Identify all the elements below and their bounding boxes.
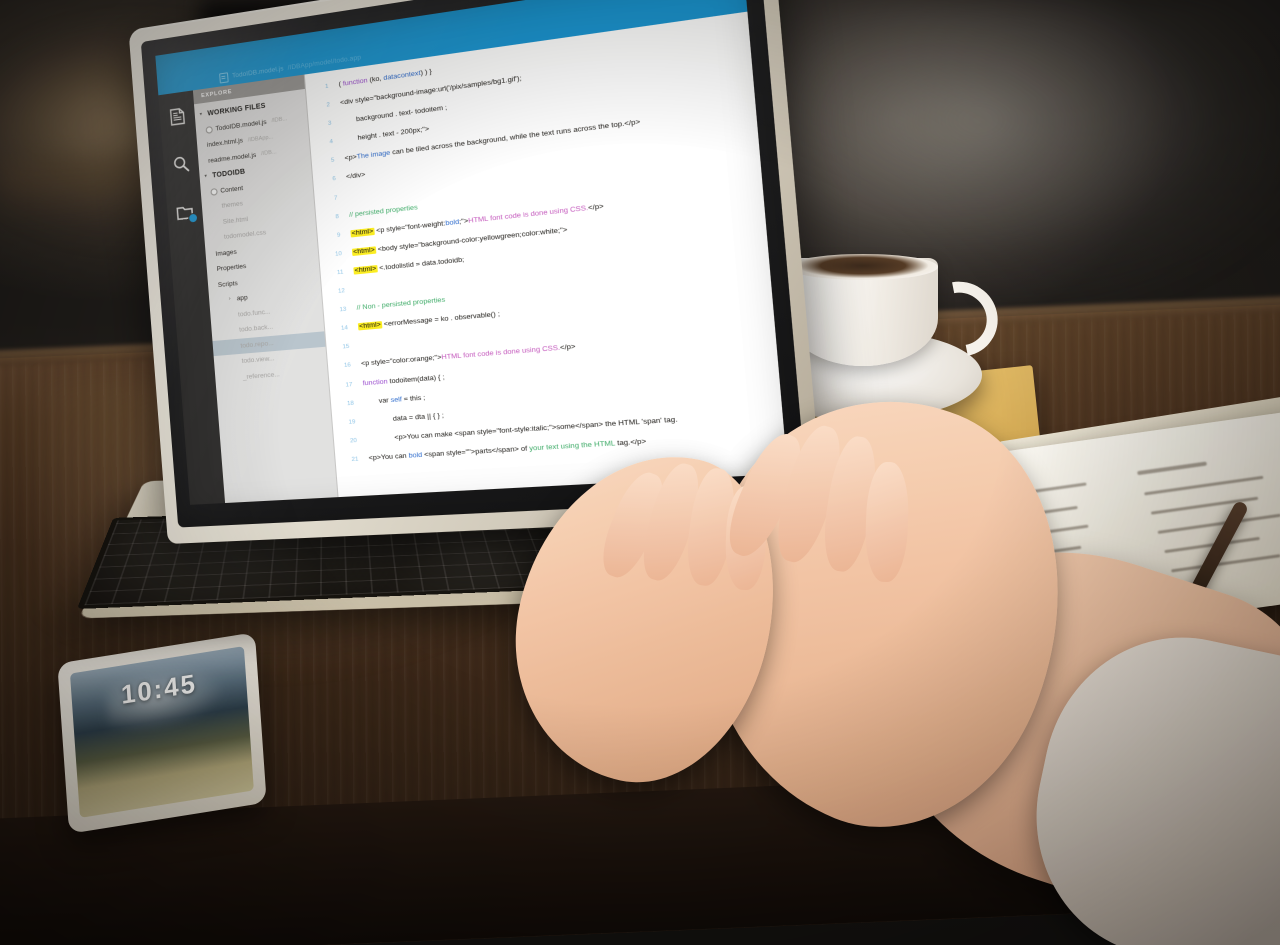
photo-scene: 10:45 TodoIDB.model.js /IDBApp/model/tod… — [0, 0, 1280, 945]
line-number: 14 — [340, 325, 349, 333]
screen-bezel: TodoIDB.model.js /IDBApp/model/todo.app — [140, 0, 808, 528]
line-number: 17 — [345, 381, 353, 389]
tree-item-label: themes — [221, 200, 244, 210]
handwriting-line — [1171, 554, 1280, 573]
tree-item-label: readme.model.js — [207, 151, 257, 165]
line-number: 20 — [349, 437, 358, 445]
tree-item-label: Scripts — [217, 279, 238, 289]
tree-item-label: todomodel.css — [223, 229, 267, 242]
tree-item-label: Content — [220, 184, 244, 195]
modified-dot-icon — [205, 125, 213, 134]
search-icon[interactable] — [171, 153, 192, 175]
line-number: 9 — [336, 232, 341, 239]
ide-window[interactable]: TodoIDB.model.js /IDBApp/model/todo.app — [155, 0, 788, 505]
tree-item-label: Images — [215, 248, 237, 258]
line-number: 12 — [337, 288, 346, 295]
modified-dot-icon — [210, 187, 218, 196]
handwriting-line — [1144, 475, 1264, 496]
chevron-icon[interactable]: › — [229, 296, 234, 302]
files-icon[interactable] — [167, 105, 188, 127]
tree-item-label: todo.func... — [237, 308, 271, 319]
tree-item-label: TODOIDB — [212, 168, 246, 180]
tree-item-label: todo.back... — [238, 323, 274, 334]
line-number: 6 — [332, 176, 337, 183]
tab-filename: TodoIDB.model.js — [231, 65, 284, 80]
line-number: 15 — [342, 344, 350, 351]
line-number: 8 — [335, 213, 340, 221]
line-number: 11 — [336, 269, 344, 277]
coffee-surface — [788, 254, 938, 280]
line-number: 18 — [346, 400, 355, 407]
chevron-icon[interactable]: ▾ — [204, 173, 209, 179]
tree-item-label: app — [236, 294, 248, 303]
ide-body: EXPLORE ▾ WORKING FILES TodoIDB.model.js/I… — [158, 11, 788, 505]
handwriting-line — [1157, 513, 1280, 534]
line-number: 10 — [334, 250, 343, 258]
line-number: 19 — [348, 418, 356, 426]
tree-item-label: todo.repo... — [240, 339, 274, 350]
chevron-icon[interactable]: ▾ — [199, 112, 205, 118]
line-number: 7 — [333, 194, 338, 202]
source-control-badge — [187, 212, 199, 224]
laptop-lid: TodoIDB.model.js /IDBApp/model/todo.app — [128, 0, 824, 544]
tree-item-label: Properties — [216, 263, 247, 274]
tree-item-path: /IDB... — [271, 116, 288, 125]
file-icon — [219, 71, 229, 84]
tree-item-label: Site.html — [222, 215, 249, 226]
tree-item-label: _reference... — [242, 370, 281, 381]
tree-item-path: /IDB... — [260, 149, 277, 158]
handwriting-heading — [1137, 461, 1207, 476]
code-area[interactable]: ( function (ko, datacontext) ) } <div sty… — [331, 12, 788, 496]
tree-item-label: todo.view... — [241, 355, 275, 366]
line-number: 21 — [351, 456, 359, 463]
line-number: 13 — [339, 306, 347, 314]
source-control-icon[interactable] — [174, 201, 199, 224]
tree-item-label: index.html.js — [206, 137, 244, 150]
line-number: 16 — [343, 362, 352, 370]
code-editor[interactable]: 1 2 3 4 5 6 7 8 9 10 11 12 13 14 15 16 17 18 19 20 21 ( func… — [304, 11, 788, 498]
tree-item-path: /IDBApp... — [247, 134, 274, 144]
